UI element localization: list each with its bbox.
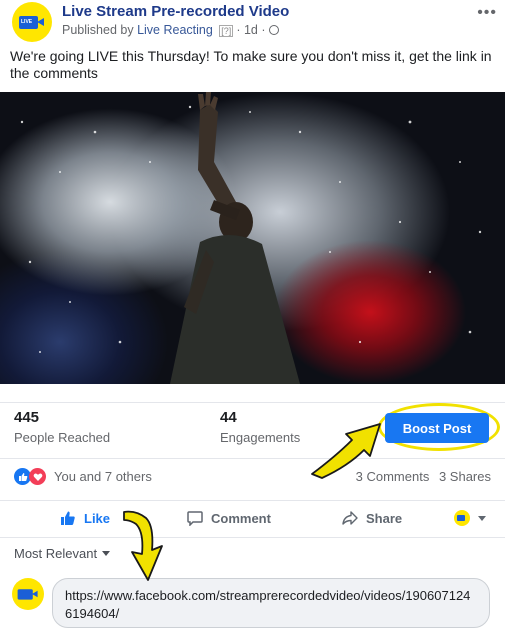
globe-icon [268,25,279,35]
page-avatar-small [454,510,470,526]
publisher-link[interactable]: Live Reacting [137,23,213,37]
comment-sort-dropdown[interactable]: Most Relevant [14,546,111,561]
post-as-selector[interactable] [454,510,486,526]
commenter-avatar [12,578,44,610]
chevron-down-icon [102,551,111,556]
published-prefix: Published by [62,23,134,37]
camera-logo-icon [17,588,39,601]
shares-count[interactable]: 3 Shares [439,469,491,484]
comment-icon [187,511,203,526]
thumbs-up-icon [61,511,75,525]
engagements-value: 44 [220,409,237,426]
arrow-annotation-icon [123,510,163,581]
performer-silhouette [20,92,482,384]
reactions-bar: You and 7 others 3 Comments 3 Shares [0,458,505,495]
post-meta: Published by Live Reacting [?] · 1d · [62,23,279,37]
facebook-post: LIVE Live Stream Pre-recorded Video Publ… [0,0,505,628]
love-icon [29,468,46,485]
share-icon [342,511,358,525]
people-reached-label[interactable]: People Reached [14,430,110,445]
boost-post-button[interactable]: Boost Post [385,413,489,443]
camera-logo-icon: LIVE [19,14,45,30]
like-label: Like [84,510,111,526]
post-photo[interactable] [0,92,505,384]
people-reached-value: 445 [14,409,40,426]
arrow-annotation-icon [311,423,381,479]
more-options-button[interactable]: ••• [477,4,497,22]
share-label: Share [366,510,403,526]
post-text: We're going LIVE this Thursday! To make … [10,48,492,81]
engagements-label[interactable]: Engagements [220,430,300,445]
reactions-summary[interactable]: You and 7 others [54,469,152,484]
post-time[interactable]: · 1d · [236,23,265,37]
comment-button[interactable]: Comment [187,510,271,526]
chevron-down-icon [478,515,486,521]
page-avatar[interactable]: LIVE [12,2,52,42]
action-bar: Like Comment Share [0,500,505,538]
sort-label: Most Relevant [14,546,98,561]
help-badge[interactable]: [?] [219,25,234,37]
page-name-link[interactable]: Live Stream Pre-recorded Video [62,3,289,20]
post-header: LIVE Live Stream Pre-recorded Video Publ… [0,0,505,44]
share-button[interactable]: Share [342,510,402,526]
like-button[interactable]: Like [60,510,110,526]
comment-label: Comment [211,510,271,526]
